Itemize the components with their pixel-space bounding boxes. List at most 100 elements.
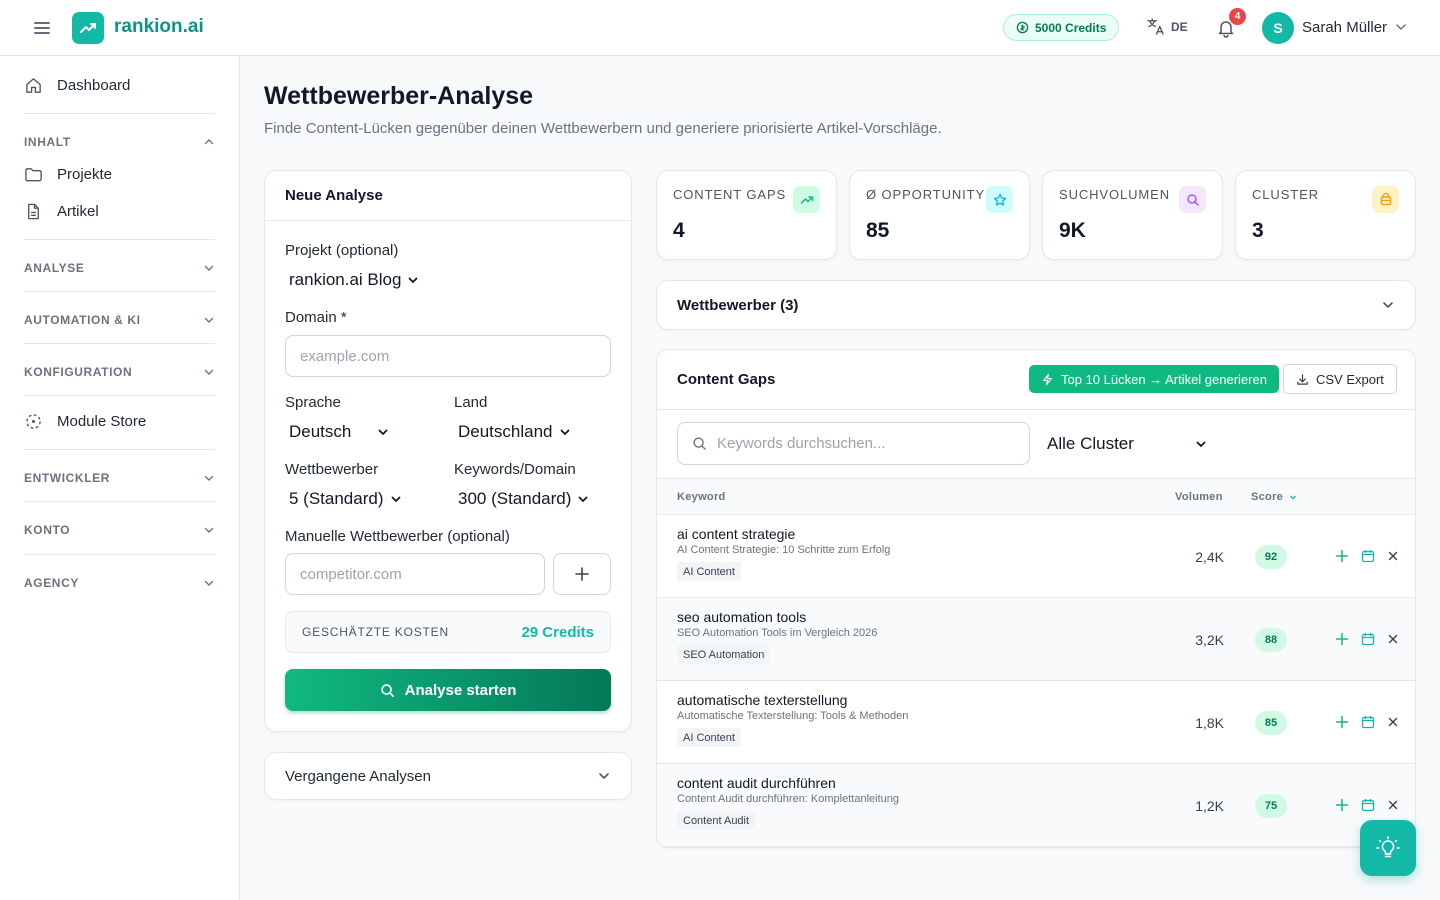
group-label: ANALYSE xyxy=(24,261,85,275)
language-select[interactable]: Deutsch xyxy=(289,422,389,442)
keywords-select[interactable]: 300 (Standard) xyxy=(458,489,589,509)
add-icon[interactable] xyxy=(1334,631,1350,647)
add-icon[interactable] xyxy=(1334,714,1350,730)
user-name[interactable]: Sarah Müller xyxy=(1302,19,1387,36)
sort-down-icon xyxy=(1290,495,1297,500)
calendar-icon[interactable] xyxy=(1360,714,1376,730)
close-icon[interactable] xyxy=(1385,714,1401,730)
table-row[interactable]: content audit durchführen Content Audit … xyxy=(657,764,1415,847)
stat-card-cluster: CLUSTER 3 xyxy=(1235,170,1416,260)
row-volume: 3,2K xyxy=(1195,632,1224,648)
menu-icon[interactable] xyxy=(32,18,52,38)
cost-value: 29 Credits xyxy=(521,623,594,641)
divider xyxy=(24,239,215,240)
score-badge: 92 xyxy=(1255,545,1287,569)
cluster-tag: AI Content xyxy=(677,728,741,747)
lightning-icon xyxy=(1043,373,1052,385)
project-select[interactable]: rankion.ai Blog xyxy=(289,270,419,290)
table-row[interactable]: automatische texterstellung Automatische… xyxy=(657,681,1415,764)
divider xyxy=(24,449,215,450)
table-row[interactable]: ai content strategie AI Content Strategi… xyxy=(657,515,1415,598)
stat-value: 85 xyxy=(866,219,890,242)
credits-badge[interactable]: 5000 Credits xyxy=(1003,14,1120,41)
logo-text[interactable]: rankion.ai xyxy=(114,16,204,38)
card-title: Content Gaps xyxy=(677,371,776,388)
cluster-select[interactable]: Alle Cluster xyxy=(1047,424,1207,464)
page-subtitle: Finde Content-Lücken gegenüber deinen We… xyxy=(264,120,942,137)
add-icon[interactable] xyxy=(1334,797,1350,813)
competitors-accordion[interactable]: Wettbewerber (3) xyxy=(656,280,1416,330)
content-gaps-header: Content Gaps Top 10 Lücken → Artikel gen… xyxy=(657,350,1415,410)
search-icon xyxy=(1179,186,1206,213)
logo-icon[interactable] xyxy=(72,12,104,44)
domain-input[interactable]: example.com xyxy=(285,335,611,377)
row-keyword: seo automation tools xyxy=(677,609,807,625)
cost-label: GESCHÄTZTE KOSTEN xyxy=(302,625,449,639)
cluster-tag: Content Audit xyxy=(677,811,756,830)
sidebar-group-inhalt[interactable]: INHALT xyxy=(24,135,215,149)
competitors-select[interactable]: 5 (Standard) xyxy=(289,489,402,509)
chevron-down-icon xyxy=(560,429,569,436)
csv-export-button[interactable]: CSV Export xyxy=(1283,364,1397,394)
chevron-up-icon xyxy=(204,139,214,145)
stat-card-search-volume: SUCHVOLUMEN 9K xyxy=(1042,170,1223,260)
sidebar-group-analyse[interactable]: ANALYSE xyxy=(24,261,215,275)
sidebar-item-projekte[interactable]: Projekte xyxy=(24,165,112,184)
generate-articles-button[interactable]: Top 10 Lücken → Artikel generieren xyxy=(1029,365,1279,393)
competitors-title: Wettbewerber (3) xyxy=(677,296,799,314)
group-label: INHALT xyxy=(24,135,71,149)
start-analysis-button[interactable]: Analyse starten xyxy=(285,669,611,711)
cluster-tag: AI Content xyxy=(677,562,741,581)
add-competitor-button[interactable] xyxy=(553,553,611,595)
divider xyxy=(24,113,215,114)
country-select[interactable]: Deutschland xyxy=(458,422,571,442)
chevron-down-icon xyxy=(204,369,214,375)
competitors-value: 5 (Standard) xyxy=(289,489,384,508)
sidebar-item-module-store[interactable]: Module Store xyxy=(24,412,146,431)
chevron-down-icon xyxy=(1196,441,1206,448)
chevron-down-icon[interactable] xyxy=(1394,20,1408,34)
row-volume: 1,8K xyxy=(1195,715,1224,731)
table-row[interactable]: seo automation tools SEO Automation Tool… xyxy=(657,598,1415,681)
sidebar-group-entwickler[interactable]: ENTWICKLER xyxy=(24,471,215,485)
calendar-icon[interactable] xyxy=(1360,548,1376,564)
avatar[interactable]: S xyxy=(1262,12,1294,44)
language-label: Sprache xyxy=(285,394,341,411)
row-title: Content Audit durchführen: Komplettanlei… xyxy=(677,793,899,805)
table-header: Keyword Volumen Score xyxy=(657,478,1415,515)
divider xyxy=(24,395,215,396)
tips-button[interactable] xyxy=(1360,820,1416,876)
sidebar: Dashboard INHALT Projekte Artikel ANALYS… xyxy=(0,56,240,900)
past-analyses-accordion[interactable]: Vergangene Analysen xyxy=(264,752,632,800)
column-volume[interactable]: Volumen xyxy=(1175,491,1223,503)
close-icon[interactable] xyxy=(1385,797,1401,813)
sidebar-group-konto[interactable]: KONTO xyxy=(24,523,215,537)
translate-icon xyxy=(1147,18,1164,35)
sidebar-group-automation[interactable]: AUTOMATION & KI xyxy=(24,313,215,327)
lightbulb-icon xyxy=(1376,836,1400,858)
add-icon[interactable] xyxy=(1334,548,1350,564)
manual-competitor-input[interactable]: competitor.com xyxy=(285,553,545,595)
column-score-label: Score xyxy=(1251,491,1284,503)
sidebar-group-konfiguration[interactable]: KONFIGURATION xyxy=(24,365,215,379)
close-icon[interactable] xyxy=(1385,548,1401,564)
project-label: Projekt (optional) xyxy=(285,242,399,259)
calendar-icon[interactable] xyxy=(1360,631,1376,647)
divider xyxy=(24,291,215,292)
sidebar-item-dashboard[interactable]: Dashboard xyxy=(24,76,130,95)
row-keyword: automatische texterstellung xyxy=(677,692,848,708)
close-icon[interactable] xyxy=(1385,631,1401,647)
sidebar-item-artikel[interactable]: Artikel xyxy=(24,202,99,221)
language-value: Deutsch xyxy=(289,422,352,441)
calendar-icon[interactable] xyxy=(1360,797,1376,813)
stat-value: 3 xyxy=(1252,219,1264,242)
row-keyword: ai content strategie xyxy=(677,526,796,542)
language-switcher[interactable]: DE xyxy=(1146,17,1188,36)
column-keyword[interactable]: Keyword xyxy=(677,491,726,503)
sidebar-group-agency[interactable]: AGENCY xyxy=(24,576,215,590)
start-analysis-label: Analyse starten xyxy=(404,681,517,699)
keyword-search-input[interactable]: Keywords durchsuchen... xyxy=(677,422,1030,465)
country-value: Deutschland xyxy=(458,422,553,441)
column-score[interactable]: Score xyxy=(1251,491,1297,503)
top-bar: rankion.ai 5000 Credits DE 4 S Sarah Mül… xyxy=(0,0,1440,56)
